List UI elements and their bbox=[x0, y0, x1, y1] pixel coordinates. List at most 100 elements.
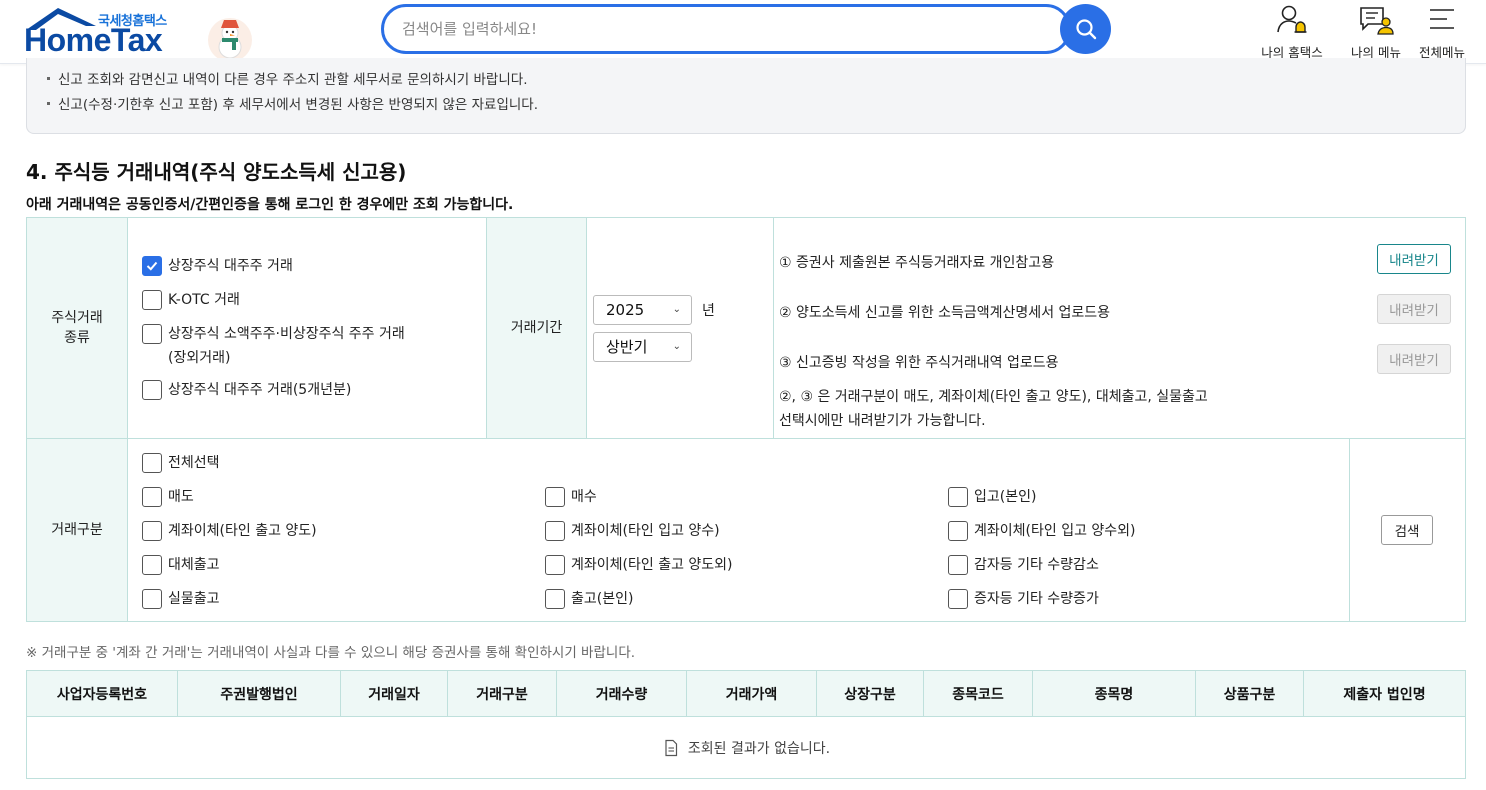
column-header: 거래가액 bbox=[687, 671, 817, 717]
checkbox[interactable] bbox=[545, 589, 565, 609]
trade-type-header: 거래구분 bbox=[27, 439, 128, 621]
menu-user-icon bbox=[1360, 7, 1394, 35]
checkbox-label: 증자등 기타 수량증가 bbox=[974, 591, 1099, 607]
checkbox[interactable] bbox=[948, 487, 968, 507]
trade-checkbox-transfer-out-sell[interactable]: 계좌이체(타인 출고 양도) bbox=[142, 521, 317, 543]
notice-box: 신고 조회와 감면신고 내역이 다른 경우 주소지 관할 세무서로 문의하시기 … bbox=[26, 58, 1466, 134]
chevron-down-icon: ⌄ bbox=[672, 304, 681, 315]
checkbox[interactable] bbox=[545, 521, 565, 541]
checkbox-label: 실물출고 bbox=[168, 591, 220, 607]
document-icon bbox=[665, 739, 678, 756]
trade-checkbox-physical-out[interactable]: 실물출고 bbox=[142, 589, 220, 611]
section-description: 아래 거래내역은 공동인증서/간편인증을 통해 로그인 한 경우에만 조회 가능… bbox=[26, 197, 514, 213]
hamburger-icon bbox=[1430, 9, 1454, 29]
stock-type-checkbox-kotc[interactable]: K-OTC 거래 bbox=[142, 290, 240, 312]
trade-checkbox-in-self[interactable]: 입고(본인) bbox=[948, 487, 1036, 509]
search-button[interactable] bbox=[1060, 4, 1111, 54]
year-select[interactable]: 2025 ⌄ bbox=[593, 295, 692, 325]
checkbox[interactable] bbox=[948, 555, 968, 575]
download-note-line2: 선택시에만 내려받기가 가능합니다. bbox=[779, 413, 986, 429]
search-input[interactable] bbox=[402, 7, 1042, 51]
column-header: 거래수량 bbox=[557, 671, 687, 717]
checkbox-label: 계좌이체(타인 출고 양도외) bbox=[571, 557, 733, 573]
checkbox-checked-icon[interactable] bbox=[142, 256, 162, 276]
search-button-cell: 검색 bbox=[1350, 439, 1466, 621]
hometax-logo[interactable]: 국세청홈택스 HomeTax bbox=[24, 6, 252, 62]
year-unit: 년 bbox=[702, 303, 715, 319]
empty-results-message: 조회된 결과가 없습니다. bbox=[687, 740, 831, 757]
checkbox-label: 상장주식 대주주 거래 bbox=[168, 258, 293, 274]
checkbox[interactable] bbox=[545, 555, 565, 575]
checkbox[interactable] bbox=[142, 380, 162, 400]
select-all-checkbox[interactable]: 전체선택 bbox=[142, 453, 220, 475]
checkbox-label: 감자등 기타 수량감소 bbox=[974, 557, 1099, 573]
checkbox-label: 계좌이체(타인 출고 양도) bbox=[168, 523, 317, 539]
stock-type-checkbox-otc-minor[interactable]: 상장주식 소액주주·비상장주식 주주 거래 (장외거래) bbox=[142, 324, 405, 370]
notice-item: 신고 조회와 감면신고 내역이 다른 경우 주소지 관할 세무서로 문의하시기 … bbox=[47, 68, 527, 88]
checkbox-label: 상장주식 대주주 거래(5개년분) bbox=[168, 382, 352, 398]
checkbox[interactable] bbox=[948, 521, 968, 541]
trade-checkbox-transfer-in-acquire[interactable]: 계좌이체(타인 입고 양수) bbox=[545, 521, 720, 543]
trade-type-options: 전체선택 매도 계좌이체(타인 출고 양도) 대체출고 실물출고 매수 계좌이체… bbox=[128, 439, 1350, 621]
search-box bbox=[381, 4, 1071, 54]
column-header: 거래구분 bbox=[448, 671, 557, 717]
trade-checkbox-capital-reduction[interactable]: 감자등 기타 수량감소 bbox=[948, 555, 1099, 577]
chevron-down-icon: ⌄ bbox=[672, 341, 681, 352]
download-label-3: ③ 신고증빙 작성을 위한 주식거래내역 업로드용 bbox=[779, 355, 1059, 371]
checkbox-label: 대체출고 bbox=[168, 557, 220, 573]
nav-my-hometax[interactable]: 나의 홈택스 bbox=[1247, 4, 1337, 61]
trade-checkbox-sell[interactable]: 매도 bbox=[142, 487, 194, 509]
filter-search-button[interactable]: 검색 bbox=[1381, 515, 1433, 545]
download-button-3[interactable]: 내려받기 bbox=[1377, 344, 1451, 374]
search-icon bbox=[1075, 19, 1096, 40]
trade-checkbox-capital-increase[interactable]: 증자등 기타 수량증가 bbox=[948, 589, 1099, 611]
results-table: 사업자등록번호 주권발행법인 거래일자 거래구분 거래수량 거래가액 상장구분 … bbox=[26, 670, 1466, 779]
checkbox[interactable] bbox=[948, 589, 968, 609]
column-header: 상품구분 bbox=[1196, 671, 1304, 717]
section-title: 4. 주식등 거래내역(주식 양도소득세 신고용) bbox=[26, 160, 407, 184]
checkbox[interactable] bbox=[142, 487, 162, 507]
column-header: 제출자 법인명 bbox=[1304, 671, 1465, 717]
column-header: 사업자등록번호 bbox=[27, 671, 178, 717]
stock-type-checkbox-listed-major[interactable]: 상장주식 대주주 거래 bbox=[142, 256, 293, 278]
column-header: 거래일자 bbox=[341, 671, 448, 717]
download-label-1: ① 증권사 제출원본 주식등거래자료 개인참고용 bbox=[779, 255, 1055, 271]
checkbox[interactable] bbox=[142, 555, 162, 575]
trade-note: ※ 거래구분 중 '계좌 간 거래'는 거래내역이 사실과 다를 수 있으니 해… bbox=[26, 645, 636, 661]
column-header: 종목명 bbox=[1033, 671, 1196, 717]
download-button-1[interactable]: 내려받기 bbox=[1377, 244, 1451, 274]
checkbox-label: 상장주식 소액주주·비상장주식 주주 거래 (장외거래) bbox=[168, 322, 405, 370]
download-note-line1: ②, ③ 은 거래구분이 매도, 계좌이체(타인 출고 양도), 대체출고, 실… bbox=[779, 389, 1208, 405]
checkbox[interactable] bbox=[142, 324, 162, 344]
stock-type-checkbox-major-5yr[interactable]: 상장주식 대주주 거래(5개년분) bbox=[142, 380, 351, 402]
trade-checkbox-substitute-out[interactable]: 대체출고 bbox=[142, 555, 220, 577]
stock-type-header-line2: 종류 bbox=[64, 330, 90, 346]
half-year-select-value: 상반기 bbox=[606, 338, 648, 356]
half-year-select[interactable]: 상반기 ⌄ bbox=[593, 332, 692, 362]
checkbox-label: 계좌이체(타인 입고 양수외) bbox=[974, 523, 1136, 539]
trade-checkbox-buy[interactable]: 매수 bbox=[545, 487, 597, 509]
year-select-value: 2025 bbox=[606, 301, 645, 319]
checkbox-label-line1: 상장주식 소액주주·비상장주식 주주 거래 bbox=[168, 326, 405, 342]
trade-checkbox-transfer-in-other[interactable]: 계좌이체(타인 입고 양수외) bbox=[948, 521, 1136, 543]
empty-results: 조회된 결과가 없습니다. bbox=[27, 717, 1465, 778]
snowman-icon bbox=[208, 18, 252, 62]
column-header: 주권발행법인 bbox=[178, 671, 341, 717]
checkbox[interactable] bbox=[142, 290, 162, 310]
checkbox-label-line2: (장외거래) bbox=[168, 350, 231, 366]
checkbox[interactable] bbox=[142, 589, 162, 609]
column-header: 종목코드 bbox=[924, 671, 1033, 717]
checkbox-label: 매수 bbox=[571, 489, 597, 505]
download-label-2: ② 양도소득세 신고를 위한 소득금액계산명세서 업로드용 bbox=[779, 305, 1111, 321]
trade-checkbox-transfer-out-other[interactable]: 계좌이체(타인 출고 양도외) bbox=[545, 555, 733, 577]
checkbox[interactable] bbox=[142, 521, 162, 541]
checkbox[interactable] bbox=[142, 453, 162, 473]
checkbox-label: K-OTC 거래 bbox=[168, 292, 240, 308]
notice-item: 신고(수정·기한후 신고 포함) 후 세무서에서 변경된 사항은 반영되지 않은… bbox=[47, 93, 538, 113]
download-button-2[interactable]: 내려받기 bbox=[1377, 294, 1451, 324]
nav-all-menu[interactable]: 전체메뉴 bbox=[1397, 4, 1486, 61]
stock-type-options: 상장주식 대주주 거래 K-OTC 거래 상장주식 소액주주·비상장주식 주주 … bbox=[128, 218, 487, 439]
trade-checkbox-out-self[interactable]: 출고(본인) bbox=[545, 589, 633, 611]
checkbox[interactable] bbox=[545, 487, 565, 507]
filter-table: 주식거래 종류 상장주식 대주주 거래 K-OTC 거래 상장주식 소액주주·비상… bbox=[26, 217, 1466, 622]
